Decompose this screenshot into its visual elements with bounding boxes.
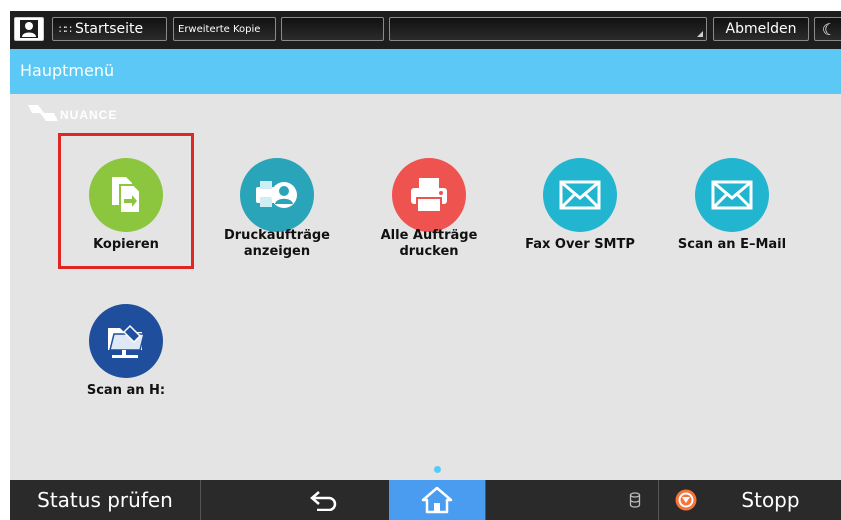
back-button[interactable] xyxy=(302,486,346,514)
app-label: Kopieren xyxy=(93,237,159,252)
apps-grid-icon: ∷∷ xyxy=(59,22,72,36)
stop-button[interactable]: Stopp xyxy=(700,480,841,520)
app-shortcut-button[interactable]: Erweiterte Kopie xyxy=(173,17,276,41)
data-in-indicator xyxy=(625,490,645,510)
nuance-logo: NUANCE xyxy=(28,99,117,127)
logout-button[interactable]: Abmelden xyxy=(713,17,809,41)
printer-icon xyxy=(411,178,447,213)
app-label-line1: Druckaufträge xyxy=(223,228,330,243)
stop-label: Stopp xyxy=(741,488,800,512)
app-tile-scan-an-h[interactable]: Scan an H: xyxy=(58,279,194,415)
print-jobs-app-icon xyxy=(240,158,314,232)
scan-folder-icon xyxy=(108,324,145,358)
app-label: Alle Aufträge drucken xyxy=(361,228,497,260)
fax-app-icon xyxy=(543,158,617,232)
scan-email-app-icon xyxy=(695,158,769,232)
app-tile-druckauftraege-anzeigen[interactable]: Druckaufträge anzeigen xyxy=(209,133,345,269)
moon-icon: ☾ xyxy=(821,19,837,39)
envelope-icon xyxy=(559,180,601,210)
user-button[interactable] xyxy=(14,17,44,41)
app-label: Fax Over SMTP xyxy=(525,237,635,252)
back-icon xyxy=(310,491,337,511)
app-label-line2: drucken xyxy=(399,244,459,259)
bottom-bar: Status prüfen Stopp xyxy=(10,480,841,520)
data-indicator-icon xyxy=(629,492,641,508)
app-label-line1: Alle Aufträge xyxy=(380,228,478,243)
empty-slot-button[interactable] xyxy=(281,17,384,41)
app-shortcut-label: Erweiterte Kopie xyxy=(178,23,261,35)
user-icon xyxy=(20,20,38,38)
divider xyxy=(485,480,486,520)
resize-corner-icon xyxy=(697,31,703,37)
app-label: Druckaufträge anzeigen xyxy=(209,228,345,260)
copy-icon xyxy=(112,177,141,214)
status-check-button[interactable]: Status prüfen xyxy=(10,480,200,520)
divider xyxy=(200,480,201,520)
logout-label: Abmelden xyxy=(725,21,797,37)
energy-saver-button[interactable]: ☾ xyxy=(814,17,841,41)
app-label: Scan an H: xyxy=(86,383,166,398)
message-field[interactable] xyxy=(389,17,707,41)
home-button[interactable]: ∷∷ Startseite xyxy=(52,17,167,41)
app-tile-alle-auftraege-drucken[interactable]: Alle Aufträge drucken xyxy=(361,133,497,269)
app-label: Scan an E–Mail xyxy=(677,237,787,252)
page-indicator-dot[interactable] xyxy=(434,466,441,473)
app-screen: ∷∷ Startseite Erweiterte Kopie Abmelden … xyxy=(10,11,841,520)
home-button-label: Startseite xyxy=(75,21,144,37)
app-tile-fax-over-smtp[interactable]: Fax Over SMTP xyxy=(512,133,648,269)
home-nav-button[interactable] xyxy=(389,480,485,520)
nuance-logo-mark xyxy=(28,105,58,121)
status-check-label: Status prüfen xyxy=(37,488,173,512)
print-all-app-icon xyxy=(392,158,466,232)
stop-icon[interactable] xyxy=(675,489,697,511)
app-tile-scan-an-email[interactable]: Scan an E–Mail xyxy=(664,133,800,269)
copy-app-icon xyxy=(89,158,163,232)
nuance-logo-text: NUANCE xyxy=(60,108,118,122)
envelope-icon xyxy=(711,180,753,210)
home-icon xyxy=(421,486,453,514)
app-label-line2: anzeigen xyxy=(243,244,311,259)
print-jobs-icon xyxy=(256,181,297,208)
title-bar: Hauptmenü xyxy=(10,49,841,94)
page-title: Hauptmenü xyxy=(20,61,115,80)
app-tile-kopieren[interactable]: Kopieren xyxy=(58,133,194,269)
top-bar: ∷∷ Startseite Erweiterte Kopie Abmelden … xyxy=(10,11,841,49)
divider xyxy=(658,480,659,520)
scan-folder-app-icon xyxy=(89,304,163,378)
